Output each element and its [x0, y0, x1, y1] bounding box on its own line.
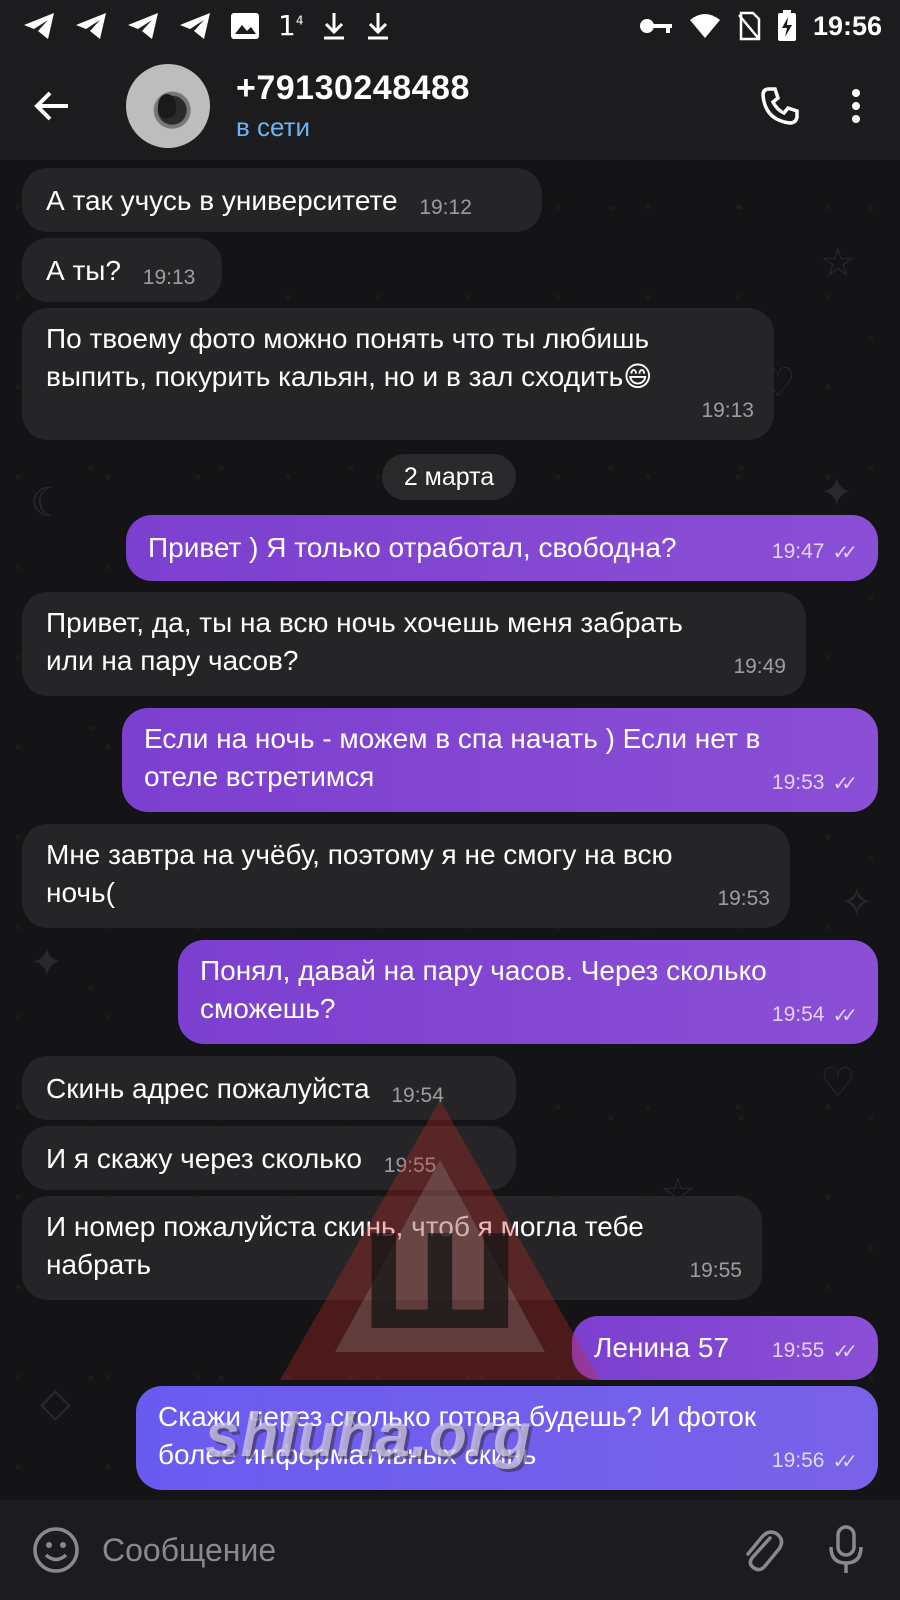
message-composer: [0, 1500, 900, 1600]
no-sim-icon: [737, 11, 761, 41]
message-text: Скинь адрес пожалуйста: [46, 1073, 370, 1104]
avatar[interactable]: [126, 64, 210, 148]
call-button[interactable]: [752, 78, 808, 134]
message-text-line: По твоему фото можно понять что ты любиш…: [46, 323, 650, 354]
more-vertical-icon: [852, 89, 860, 123]
message-bubble-outgoing[interactable]: Скажи через сколько готова будешь? И фот…: [136, 1386, 878, 1490]
message-meta: 19:55 ✓✓: [772, 1332, 858, 1370]
message-text: И я скажу через сколько: [46, 1143, 362, 1174]
message-meta: 19:47 ✓✓: [772, 533, 858, 571]
message-text-line: Скажи через сколько готова будешь? И фот…: [158, 1401, 757, 1432]
double-check-icon: ✓✓: [832, 1339, 857, 1363]
message-bubble[interactable]: Мне завтра на учёбу, поэтому я не смогу …: [22, 824, 790, 928]
message-bubble[interactable]: Привет, да, ты на всю ночь хочешь меня з…: [22, 592, 806, 696]
telegram-icon: [76, 13, 106, 39]
battery-charging-icon: [777, 10, 796, 41]
double-check-icon: ✓✓: [832, 540, 857, 564]
message-text-line: набрать: [46, 1249, 152, 1280]
message-time: 19:13: [701, 399, 754, 422]
telegram-icon: [24, 13, 54, 39]
star-doodle-icon: ☆: [820, 240, 856, 286]
status-bar: 14 19:56: [0, 0, 900, 52]
smiley-icon: [33, 1527, 79, 1573]
message-time: 19:49: [733, 655, 786, 678]
message-time: 19:53: [717, 887, 770, 910]
message-text-line: более информативных скинь: [158, 1439, 537, 1470]
message-bubble-outgoing[interactable]: Понял, давай на пару часов. Через скольк…: [178, 940, 878, 1044]
clock: 19:56: [812, 10, 882, 41]
message-time: 19:47: [771, 540, 825, 563]
star-doodle-icon: ✦: [820, 470, 854, 516]
message-text: Привет ) Я только отработал, свободна?: [148, 532, 677, 563]
network-badge: 14: [278, 9, 304, 42]
message-text-line: Привет, да, ты на всю ночь хочешь меня з…: [46, 607, 683, 638]
image-icon: [231, 13, 259, 39]
message-text-line: сможешь?: [200, 993, 336, 1024]
message-text: А ты?: [46, 255, 121, 286]
double-check-icon: ✓✓: [832, 771, 857, 795]
message-time: 19:55: [771, 1339, 825, 1362]
message-time: 19:54: [391, 1084, 444, 1107]
more-menu-button[interactable]: [828, 78, 884, 134]
telegram-icon: [128, 13, 158, 39]
heart-doodle-icon: ♡: [820, 1060, 856, 1106]
message-bubble[interactable]: А так учусь в университете 19:12: [22, 168, 542, 232]
message-text-line: отеле встретимся: [144, 761, 375, 792]
message-bubble-outgoing[interactable]: Привет ) Я только отработал, свободна? 1…: [126, 515, 878, 581]
message-meta: 19:54 ✓✓: [772, 996, 858, 1034]
chat-header: +79130248488 в сети: [0, 52, 900, 160]
message-bubble[interactable]: Скинь адрес пожалуйста 19:54: [22, 1056, 516, 1120]
online-status: в сети: [236, 112, 311, 142]
download-icon: [368, 13, 389, 40]
message-meta: 19:53 ✓✓: [772, 764, 858, 802]
message-text-line: Понял, давай на пару часов. Через скольк…: [200, 955, 767, 986]
microphone-icon: [829, 1525, 863, 1573]
message-bubble[interactable]: По твоему фото можно понять что ты любиш…: [22, 308, 774, 440]
star-doodle-icon: ✧: [840, 880, 874, 926]
gem-doodle-icon: ◇: [40, 1380, 71, 1426]
arrow-left-icon: [34, 91, 68, 121]
message-time: 19:53: [771, 771, 825, 794]
message-time: 19:12: [419, 196, 472, 219]
message-time: 19:56: [771, 1449, 825, 1472]
message-text-line: ночь(: [46, 877, 115, 908]
message-bubble-outgoing[interactable]: Если на ночь - можем в спа начать ) Если…: [122, 708, 878, 812]
message-time: 19:13: [142, 266, 196, 289]
double-check-icon: ✓✓: [832, 1003, 857, 1027]
message-text-line: выпить, покурить кальян, но и в зал сход…: [46, 361, 653, 392]
message-input[interactable]: [100, 1530, 732, 1570]
message-text: А так учусь в университете: [46, 185, 398, 216]
emoji-button[interactable]: [26, 1520, 86, 1580]
message-text-line: И номер пожалуйста скинь, чтоб я могла т…: [46, 1211, 644, 1242]
moon-doodle-icon: ☾: [30, 480, 66, 526]
attach-button[interactable]: [732, 1520, 792, 1580]
back-button[interactable]: [24, 78, 80, 134]
wifi-icon: [689, 14, 720, 38]
message-bubble[interactable]: И я скажу через сколько 19:55: [22, 1126, 516, 1190]
microphone-button[interactable]: [816, 1520, 876, 1580]
chat-title: +79130248488: [236, 69, 470, 107]
chat-title-block[interactable]: +79130248488 в сети: [236, 69, 470, 143]
message-text-line: или на пару часов?: [46, 645, 299, 676]
download-icon: [324, 13, 345, 40]
message-bubble[interactable]: И номер пожалуйста скинь, чтоб я могла т…: [22, 1196, 762, 1300]
message-text: Ленина 57: [594, 1332, 730, 1363]
message-bubble[interactable]: А ты? 19:13: [22, 238, 222, 302]
telegram-icon: [180, 13, 210, 39]
message-meta: 19:56 ✓✓: [772, 1442, 858, 1480]
message-time: 19:55: [383, 1154, 437, 1177]
key-icon: [639, 19, 672, 33]
message-text-line: Если на ночь - можем в спа начать ) Если…: [144, 723, 761, 754]
phone-icon: [761, 87, 799, 125]
message-time: 19:55: [689, 1259, 742, 1282]
message-text-line: Мне завтра на учёбу, поэтому я не смогу …: [46, 839, 673, 870]
date-divider: 2 марта: [382, 454, 516, 500]
message-time: 19:54: [771, 1003, 825, 1026]
message-bubble-outgoing[interactable]: Ленина 57 19:55 ✓✓: [572, 1316, 878, 1380]
double-check-icon: ✓✓: [832, 1449, 857, 1473]
paperclip-icon: [746, 1530, 784, 1572]
star-doodle-icon: ✦: [30, 940, 64, 986]
